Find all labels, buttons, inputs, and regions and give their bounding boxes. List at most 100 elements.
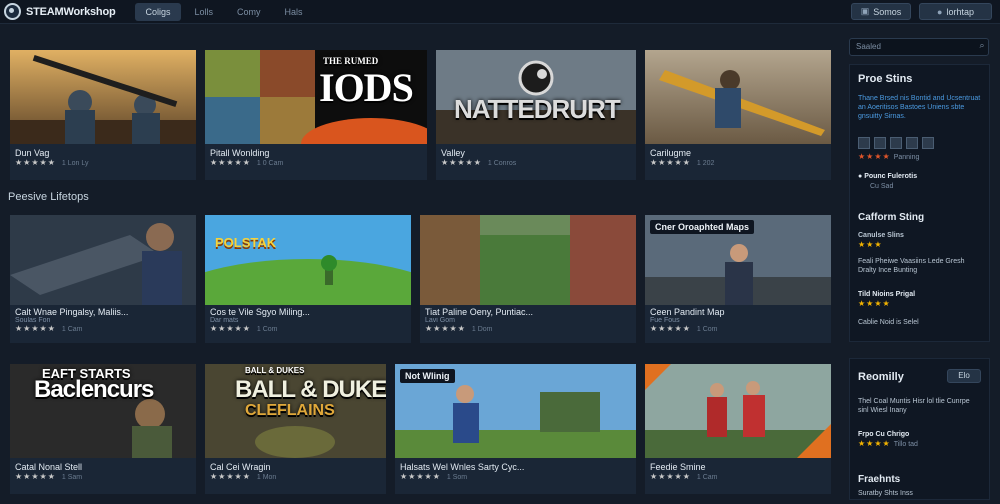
rating-count: 1 Mon <box>256 474 277 481</box>
thumb-subtitle: CLEFLAINS <box>245 402 335 419</box>
card-author: Dar mats <box>210 317 239 324</box>
rating-count: 1 Lon Ly <box>61 160 89 167</box>
rating-stars: ★★★★★ 1 202 <box>650 158 715 167</box>
sidebar-panel-title: Proe Stins <box>858 73 913 85</box>
workshop-card[interactable]: BALL & DUKES BALL & DUKES CLEFLAINS Cal … <box>205 364 386 494</box>
rating-stars: ★★★★★ 1 Cam <box>650 472 718 481</box>
sidebar-link[interactable]: Feali Pheiwe Vaasiins Lede Gresh Dralty … <box>858 257 978 275</box>
card-thumbnail <box>420 215 636 305</box>
grid-icon: ▣ <box>860 6 870 16</box>
rating-count: 1 Dom <box>471 326 493 333</box>
sidebar-panel-button[interactable]: Elo <box>947 369 981 383</box>
user-icon: ● <box>937 6 943 17</box>
card-thumbnail <box>645 364 831 458</box>
card-thumbnail <box>10 50 196 144</box>
sidebar-item-title[interactable]: ● Pounc Fulerotis <box>858 172 917 181</box>
tag-icon[interactable] <box>858 137 870 149</box>
tag-icon[interactable] <box>922 137 934 149</box>
card-title: Cos te Vile Sgyo Miling... <box>210 307 310 317</box>
rating-count: 1 Com <box>256 326 278 333</box>
rating-stars: ★★★★★ 1 Sam <box>15 472 83 481</box>
section-heading: Peesive Lifetops <box>8 191 89 203</box>
rating-stars: ★★★★★ 1 Dom <box>425 324 493 333</box>
workshop-card[interactable]: Calt Wnae Pingalsy, Maliis... Soulas Fon… <box>10 215 196 343</box>
nav-item-home[interactable]: Coligs <box>135 2 181 21</box>
rating-count: 1 Cam <box>696 474 718 481</box>
top-search-button[interactable]: ▣ Somos <box>851 3 911 20</box>
card-title: Catal Nonal Stell <box>15 462 83 472</box>
sidebar-subheading: Cafform Sting <box>858 212 925 223</box>
card-title: Halsats Wel Wnles Sarty Cyc... <box>400 462 525 472</box>
sidebar-panel-title: Reomilly <box>858 371 904 383</box>
sidebar-item-sub: Suratby Shts Inss <box>858 490 913 497</box>
sidebar-link[interactable]: Tild Nioins Prigal <box>858 290 915 299</box>
workshop-card[interactable]: EAFT STARTS Baclencurs Catal Nonal Stell… <box>10 364 196 494</box>
sidebar-description: Thel Coal Muntis Hisr lol tlie Cunrpe si… <box>858 398 970 414</box>
sidebar-rating: ★★★ <box>858 240 883 249</box>
tag-icon[interactable] <box>890 137 902 149</box>
rating-count: 1 Som <box>446 474 468 481</box>
thumb-title-small: BALL & DUKES <box>245 366 305 375</box>
rating-count: 1 Conros <box>487 160 517 167</box>
main-nav: Coligs Lolls Comy Hals <box>135 2 316 21</box>
rating-stars: ★★★★★ 1 Cam <box>15 324 83 333</box>
workshop-card[interactable]: NATTEDRURT Valley ★★★★★ 1 Conros <box>436 50 636 180</box>
workshop-card[interactable]: Dun Vag ★★★★★ 1 Lon Ly <box>10 50 196 180</box>
workshop-card[interactable]: Feedie Smine ★★★★★ 1 Cam <box>645 364 831 494</box>
card-title: Feedie Smine <box>650 462 706 472</box>
workshop-card[interactable]: POLSTAK Cos te Vile Sgyo Miling... Dar m… <box>205 215 411 343</box>
sidebar-link[interactable]: Canulse Slins <box>858 231 904 240</box>
steam-logo[interactable]: STEAMWorkshop <box>4 3 116 20</box>
card-title: Tiat Paline Oeny, Puntiac... <box>425 307 534 317</box>
thumb-title-large: BALL & DUKES <box>235 376 386 403</box>
card-title: Valley <box>441 148 465 158</box>
sidebar-description: Thane Brsed nis Bontid and Ucsentruat an… <box>858 95 981 120</box>
tag-icon[interactable] <box>906 137 918 149</box>
tag-icon[interactable] <box>874 137 886 149</box>
rating-stars: ★★★★★ 1 Com <box>650 324 718 333</box>
card-thumbnail <box>10 215 196 305</box>
nav-item-4[interactable]: Hals <box>275 3 313 21</box>
sidebar-rating: ★★★★ Tillo tad <box>858 439 918 448</box>
search-icon[interactable]: ⌕ <box>976 40 988 54</box>
card-title: Calt Wnae Pingalsy, Maliis... <box>15 307 129 317</box>
rating-count: 1 0 Cam <box>256 160 284 167</box>
thumb-tag: Cner Oroaphted Maps <box>650 220 755 234</box>
rating-stars: ★★★★★ 1 Com <box>210 324 278 333</box>
app-title: STEAMWorkshop <box>26 5 116 18</box>
card-author: Lavi Gom <box>425 317 455 324</box>
card-author: Fue Fous <box>650 317 680 324</box>
rating-stars: ★★★★★ 1 Som <box>400 472 468 481</box>
rating-count: 1 202 <box>696 160 715 167</box>
thumb-tag: Not Wlinig <box>400 369 455 383</box>
card-title: Carilugme <box>650 148 692 158</box>
sidebar-link[interactable]: Fraehnts <box>858 474 900 485</box>
sidebar-link[interactable]: Frpo Cu Chrigo <box>858 430 909 439</box>
workshop-card[interactable]: Carilugme ★★★★★ 1 202 <box>645 50 831 180</box>
card-title: Pitall Wonlding <box>210 148 270 158</box>
account-button[interactable]: ● lorhtap <box>919 3 992 20</box>
workshop-card[interactable]: Cner Oroaphted Maps Ceen Pandint Map Fue… <box>645 215 831 343</box>
workshop-card[interactable]: Tiat Paline Oeny, Puntiac... Lavi Gom ★★… <box>420 215 636 343</box>
top-bar: STEAMWorkshop Coligs Lolls Comy Hals ▣ S… <box>0 0 1000 24</box>
top-search-label: Somos <box>873 6 902 17</box>
rating-stars: ★★★★★ 1 Lon Ly <box>15 158 89 167</box>
thumb-title: NATTEDRURT <box>454 94 621 124</box>
nav-item-2[interactable]: Lolls <box>185 3 224 21</box>
sidebar-search-input[interactable]: Saaled <box>849 38 989 56</box>
workshop-card[interactable]: Not Wlinig Halsats Wel Wnles Sarty Cyc..… <box>395 364 636 494</box>
thumb-title: POLSTAK <box>215 235 277 250</box>
rating-count: 1 Sam <box>61 474 83 481</box>
nav-item-3[interactable]: Comy <box>227 3 271 21</box>
rating-stars: ★★★★★ 1 Mon <box>210 472 277 481</box>
rating-count: 1 Com <box>696 326 718 333</box>
steam-icon <box>4 3 21 20</box>
card-thumbnail <box>205 215 411 305</box>
workshop-card[interactable]: THE RUMED IODS Pitall Wonlding ★★★★★ 1 0 … <box>205 50 427 180</box>
sidebar-item-sub: Cu Sad <box>870 183 894 190</box>
sidebar-link[interactable]: Cablie Noid is Selel <box>858 318 919 327</box>
card-title: Ceen Pandint Map <box>650 307 725 317</box>
account-label: lorhtap <box>946 6 974 17</box>
rating-stars: ★★★★★ 1 Conros <box>441 158 517 167</box>
card-title: Cal Cei Wragin <box>210 462 271 472</box>
